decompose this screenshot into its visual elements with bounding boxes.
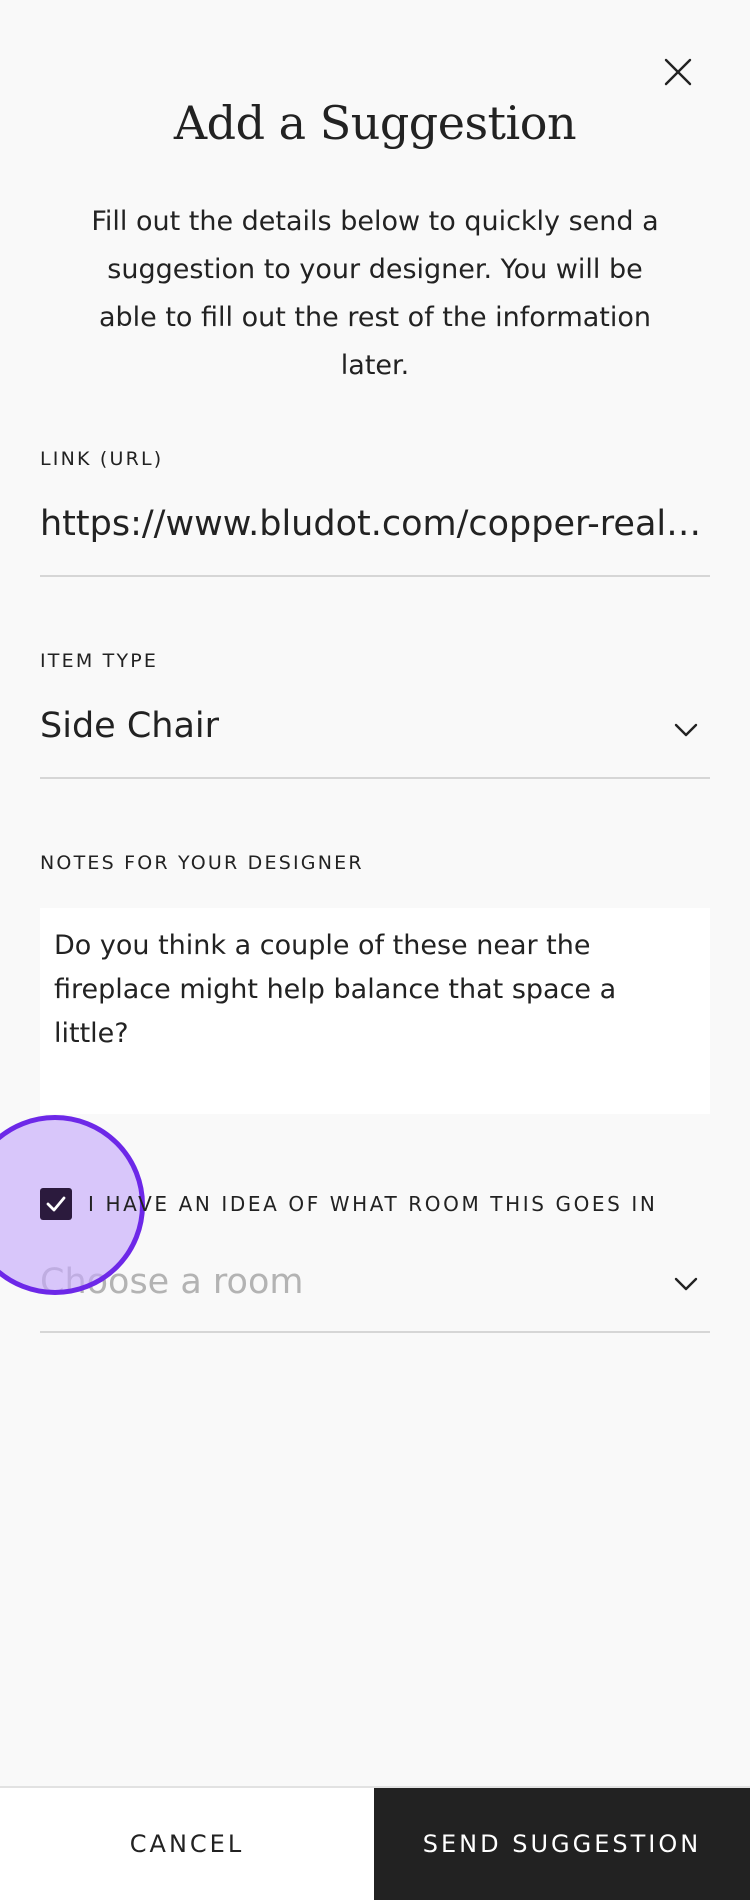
notes-textarea[interactable]: Do you think a couple of these near the … bbox=[40, 908, 710, 1114]
send-suggestion-button[interactable]: SEND SUGGESTION bbox=[374, 1788, 750, 1900]
notes-field-label: NOTES FOR YOUR DESIGNER bbox=[40, 852, 364, 874]
item-type-select[interactable]: Side Chair bbox=[40, 706, 640, 746]
modal-footer: CANCEL SEND SUGGESTION bbox=[0, 1786, 750, 1900]
room-checkbox[interactable] bbox=[40, 1188, 72, 1220]
modal-subtitle: Fill out the details below to quickly se… bbox=[91, 206, 659, 381]
modal-title: Add a Suggestion bbox=[173, 96, 577, 150]
item-type-label: ITEM TYPE bbox=[40, 650, 159, 672]
link-input-underline bbox=[40, 575, 710, 577]
link-field-label: LINK (URL) bbox=[40, 448, 164, 470]
item-type-underline bbox=[40, 777, 710, 779]
checkmark-icon bbox=[46, 1196, 66, 1212]
chevron-down-icon bbox=[674, 1277, 698, 1291]
chevron-down-icon bbox=[674, 723, 698, 737]
close-icon bbox=[664, 58, 692, 86]
room-select[interactable]: Choose a room bbox=[40, 1262, 303, 1302]
room-select-underline bbox=[40, 1331, 710, 1333]
close-button[interactable] bbox=[654, 48, 702, 96]
room-select-chevron-button[interactable] bbox=[672, 1270, 700, 1298]
add-suggestion-modal: Add a Suggestion Fill out the details be… bbox=[0, 0, 750, 1900]
cancel-button[interactable]: CANCEL bbox=[0, 1788, 374, 1900]
room-checkbox-label[interactable]: I HAVE AN IDEA OF WHAT ROOM THIS GOES IN bbox=[88, 1192, 657, 1216]
link-input[interactable]: https://www.bludot.com/copper-real-good-… bbox=[40, 504, 710, 544]
item-type-chevron-button[interactable] bbox=[672, 716, 700, 744]
